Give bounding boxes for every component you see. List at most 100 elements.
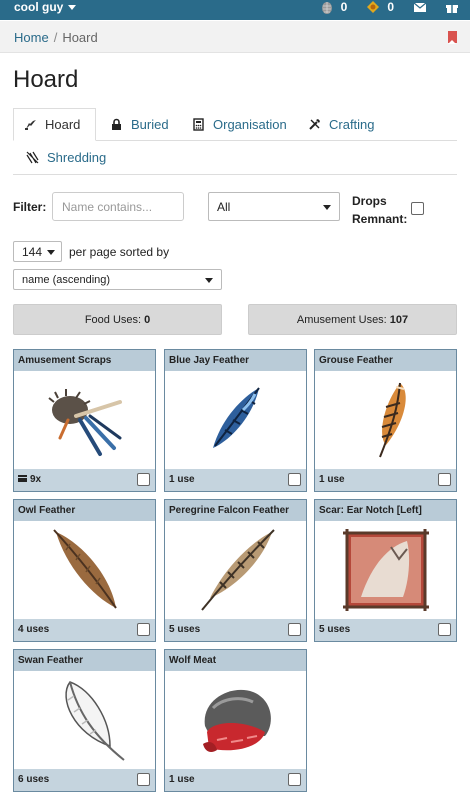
item-card[interactable]: Amusement Scraps 9x — [13, 349, 156, 492]
item-card[interactable]: Wolf Meat 1 use — [164, 649, 307, 792]
item-card[interactable]: Blue Jay Feather 1 use — [164, 349, 307, 492]
item-name: Scar: Ear Notch [Left] — [315, 500, 456, 521]
food-uses-label: Food Uses: — [84, 313, 142, 326]
scar-ear-notch-icon — [342, 529, 429, 611]
category-select[interactable]: All — [208, 192, 340, 221]
gift-icon[interactable] — [444, 0, 460, 14]
gold-count: 0 — [387, 0, 394, 14]
gold-icon — [367, 1, 380, 13]
item-select-checkbox[interactable] — [137, 473, 150, 486]
per-page-text: per page sorted by — [69, 245, 170, 259]
wolf-meat-icon — [202, 689, 271, 752]
name-filter-input[interactable]: Name contains... — [52, 192, 184, 221]
drops-remnant-label-line1: Drops — [352, 194, 387, 208]
item-image-amusement-scraps — [14, 371, 155, 469]
stack-icon — [18, 474, 27, 482]
item-footer: 1 use — [165, 469, 306, 491]
item-select-checkbox[interactable] — [137, 623, 150, 636]
caret-down-icon[interactable] — [68, 4, 77, 10]
lock-icon — [112, 118, 121, 130]
item-uses: 4 uses — [18, 624, 50, 635]
item-name: Swan Feather — [14, 650, 155, 671]
owl-feather-icon — [52, 529, 117, 609]
item-image-scar-ear-notch — [315, 521, 456, 619]
item-image-grouse-feather — [315, 371, 456, 469]
tab-shredding-label: Shredding — [47, 149, 107, 165]
username[interactable]: cool guy — [14, 0, 63, 14]
calculator-icon — [193, 117, 204, 131]
shred-icon — [26, 151, 39, 163]
per-page-select[interactable]: 144 — [13, 241, 62, 262]
category-select-value: All — [217, 199, 231, 214]
user-menu[interactable]: cool guy — [14, 0, 77, 14]
amusement-uses-label: Amusement Uses: — [296, 313, 387, 326]
tab-hoard[interactable]: Hoard — [13, 108, 96, 141]
item-select-checkbox[interactable] — [288, 623, 301, 636]
item-footer: 5 uses — [315, 619, 456, 641]
per-page-value: 144 — [22, 244, 43, 259]
item-image-peregrine-falcon-feather — [165, 521, 306, 619]
item-uses: 1 use — [169, 774, 195, 785]
item-name: Wolf Meat — [165, 650, 306, 671]
item-card[interactable]: Peregrine Falcon Feather 5 uses — [164, 499, 307, 642]
item-name: Owl Feather — [14, 500, 155, 521]
item-image-wolf-meat — [165, 671, 306, 769]
amusement-uses-box: Amusement Uses: 107 — [248, 304, 457, 335]
item-select-checkbox[interactable] — [438, 473, 451, 486]
item-select-checkbox[interactable] — [288, 473, 301, 486]
item-name: Blue Jay Feather — [165, 350, 306, 371]
item-uses: 6 uses — [18, 774, 50, 785]
bookmark-icon[interactable] — [448, 31, 457, 44]
drops-remnant-label-line2: Remnant: — [352, 212, 408, 226]
amusement-scraps-icon — [47, 389, 122, 456]
tools-icon — [309, 118, 320, 130]
filter-label: Filter: — [13, 200, 47, 214]
breadcrumb: Home / Hoard — [0, 21, 470, 53]
breadcrumb-home-link[interactable]: Home — [14, 30, 49, 45]
item-name: Amusement Scraps — [14, 350, 155, 371]
item-card[interactable]: Swan Feather 6 uses — [13, 649, 156, 792]
item-name: Grouse Feather — [315, 350, 456, 371]
pinecone-icon — [321, 2, 332, 14]
sort-select[interactable]: name (ascending) — [13, 269, 222, 290]
tab-hoard-label: Hoard — [45, 117, 81, 132]
item-select-checkbox[interactable] — [438, 623, 451, 636]
item-card[interactable]: Owl Feather 4 uses — [13, 499, 156, 642]
grouse-feather-icon — [378, 382, 406, 458]
tab-crafting-label: Crafting — [329, 116, 375, 132]
item-footer: 5 uses — [165, 619, 306, 641]
item-card[interactable]: Grouse Feather 1 use — [314, 349, 457, 492]
tab-crafting[interactable]: Crafting — [298, 108, 385, 140]
pinecone-count: 0 — [340, 0, 348, 14]
top-navbar: cool guy 0 0 — [0, 0, 470, 20]
food-uses-value: 0 — [144, 313, 151, 326]
breadcrumb-separator: / — [53, 30, 58, 45]
page-title: Hoard — [13, 66, 79, 93]
blue-jay-feather-icon — [212, 387, 260, 448]
item-select-checkbox[interactable] — [288, 773, 301, 786]
name-filter-placeholder: Name contains... — [62, 199, 153, 214]
tab-organisation-label: Organisation — [213, 116, 287, 132]
food-uses-box: Food Uses: 0 — [13, 304, 222, 335]
item-select-checkbox[interactable] — [137, 773, 150, 786]
mail-icon[interactable] — [412, 0, 428, 14]
chevron-down-icon — [47, 249, 55, 255]
drops-remnant-checkbox[interactable] — [411, 202, 424, 215]
breadcrumb-current: Hoard — [62, 30, 98, 45]
tab-buried-label: Buried — [131, 116, 169, 132]
item-uses: 9x — [30, 474, 42, 485]
item-card[interactable]: Scar: Ear Notch [Left] 5 uses — [314, 499, 457, 642]
item-image-swan-feather — [14, 671, 155, 769]
tab-shredding[interactable]: Shredding — [16, 141, 116, 173]
item-name: Peregrine Falcon Feather — [165, 500, 306, 521]
item-uses: 5 uses — [319, 624, 351, 635]
item-footer: 1 use — [315, 469, 456, 491]
tabs-bottom-divider — [13, 174, 457, 175]
chevron-down-icon — [205, 277, 213, 283]
tab-buried[interactable]: Buried — [100, 108, 179, 140]
item-uses: 1 use — [169, 474, 195, 485]
tab-organisation[interactable]: Organisation — [182, 108, 297, 140]
hoard-icon — [25, 120, 36, 130]
chevron-down-icon — [323, 204, 331, 210]
item-footer: 4 uses — [14, 619, 155, 641]
